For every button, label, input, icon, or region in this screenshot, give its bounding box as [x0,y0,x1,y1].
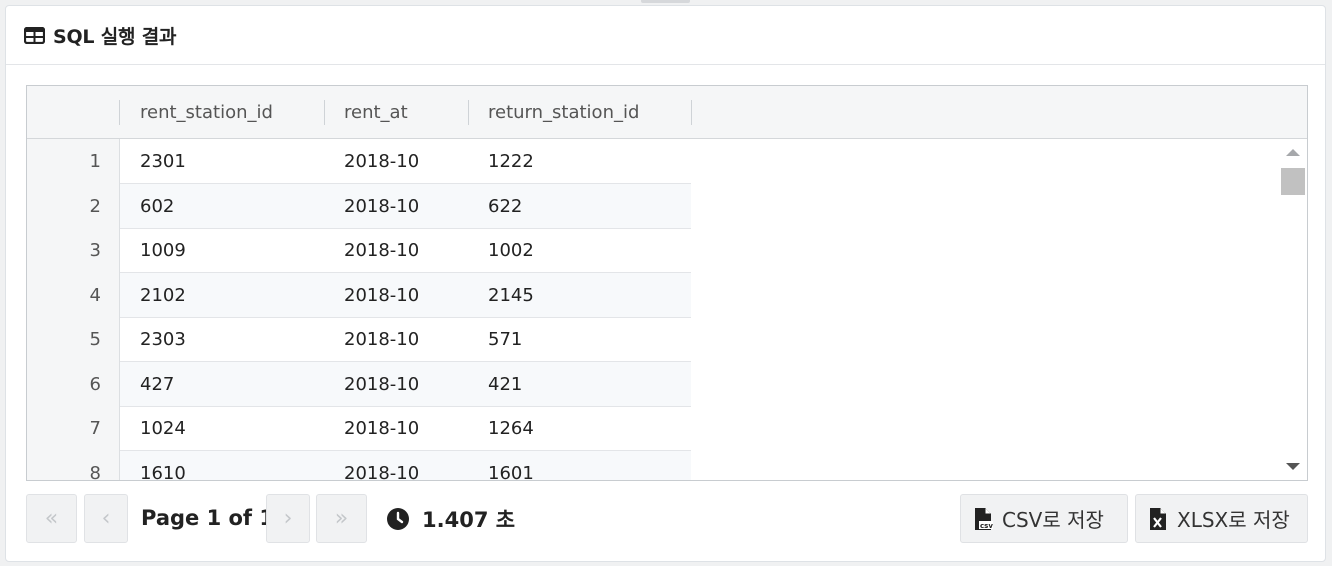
panel-header: SQL 실행 결과 [6,6,1325,65]
cell-rent-at[interactable]: 2018-10 [324,273,419,318]
double-chevron-left-icon: « [44,506,59,531]
row-number: 7 [27,406,120,451]
column-header-rent-at[interactable]: rent_at [324,86,468,139]
save-csv-button[interactable]: csv CSV로 저장 [960,494,1128,543]
scroll-up-arrow-icon[interactable] [1286,149,1300,156]
cell-return-station-id[interactable]: 1222 [468,139,534,184]
cell-rent-at[interactable]: 2018-10 [324,362,419,407]
sql-result-panel: SQL 실행 결과 rent_station_id rent_at return… [5,5,1326,562]
grid-header: rent_station_id rent_at return_station_i… [27,86,1307,139]
row-number: 6 [27,362,120,407]
result-grid: rent_station_id rent_at return_station_i… [26,85,1308,481]
scroll-down-arrow-icon[interactable] [1286,463,1300,470]
table-row[interactable]: 1 2301 2018-10 1222 [27,139,691,184]
grid-footer: « ‹ Page 1 of 1 › » 1.407 초 csv CSV로 저장 … [26,494,1308,544]
cell-return-station-id[interactable]: 622 [468,184,522,229]
cell-rent-station-id[interactable]: 602 [120,184,174,229]
double-chevron-right-icon: » [334,506,349,531]
panel-title: SQL 실행 결과 [53,25,177,48]
cell-return-station-id[interactable]: 571 [468,317,522,362]
clock-icon [387,507,409,530]
next-page-button[interactable]: › [266,494,310,543]
cell-rent-station-id[interactable]: 2102 [120,273,186,318]
execution-time: 1.407 초 [386,494,515,543]
table-row[interactable]: 3 1009 2018-10 1002 [27,228,691,273]
cell-rent-at[interactable]: 2018-10 [324,317,419,362]
column-header-return-station-id[interactable]: return_station_id [468,86,691,139]
row-number: 3 [27,228,120,273]
previous-page-button[interactable]: ‹ [84,494,128,543]
cell-return-station-id[interactable]: 1002 [468,228,534,273]
table-icon [24,26,45,44]
save-xlsx-button[interactable]: XLSX로 저장 [1135,494,1308,543]
last-page-button[interactable]: » [316,494,367,543]
column-header-rent-station-id[interactable]: rent_station_id [120,86,324,139]
cell-return-station-id[interactable]: 1601 [468,451,534,480]
table-row[interactable]: 6 427 2018-10 421 [27,362,691,407]
panel-resize-handle[interactable] [641,0,690,3]
csv-file-icon: csv [975,507,993,530]
row-number: 1 [27,139,120,184]
save-xlsx-label: XLSX로 저장 [1177,508,1290,532]
cell-rent-station-id[interactable]: 2301 [120,139,186,184]
row-number: 8 [27,451,120,480]
cell-return-station-id[interactable]: 2145 [468,273,534,318]
row-number: 4 [27,273,120,318]
page-indicator: Page 1 of 1 [141,506,274,530]
excel-file-icon [1150,507,1166,530]
row-number: 5 [27,317,120,362]
chevron-left-icon: ‹ [101,506,111,531]
row-number: 2 [27,184,120,229]
chevron-right-icon: › [283,506,293,531]
execution-time-value: 1.407 초 [422,507,516,532]
cell-rent-at[interactable]: 2018-10 [324,406,419,451]
grid-body[interactable]: 1 2301 2018-10 1222 2 602 2018-10 622 3 … [27,139,1279,480]
cell-return-station-id[interactable]: 1264 [468,406,534,451]
cell-rent-station-id[interactable]: 2303 [120,317,186,362]
cell-rent-at[interactable]: 2018-10 [324,184,419,229]
cell-rent-station-id[interactable]: 427 [120,362,174,407]
table-row[interactable]: 8 1610 2018-10 1601 [27,451,691,480]
scrollbar-thumb[interactable] [1281,168,1305,195]
cell-rent-station-id[interactable]: 1610 [120,451,186,480]
table-row[interactable]: 5 2303 2018-10 571 [27,317,691,362]
svg-text:csv: csv [980,522,993,530]
save-csv-label: CSV로 저장 [1002,508,1104,532]
table-row[interactable]: 2 602 2018-10 622 [27,184,691,229]
cell-rent-at[interactable]: 2018-10 [324,451,419,480]
vertical-scrollbar[interactable] [1279,139,1307,480]
table-row[interactable]: 4 2102 2018-10 2145 [27,273,691,318]
cell-rent-at[interactable]: 2018-10 [324,139,419,184]
cell-rent-at[interactable]: 2018-10 [324,228,419,273]
first-page-button[interactable]: « [26,494,77,543]
cell-return-station-id[interactable]: 421 [468,362,522,407]
header-separator [691,100,692,125]
cell-rent-station-id[interactable]: 1024 [120,406,186,451]
table-row[interactable]: 7 1024 2018-10 1264 [27,406,691,451]
cell-rent-station-id[interactable]: 1009 [120,228,186,273]
